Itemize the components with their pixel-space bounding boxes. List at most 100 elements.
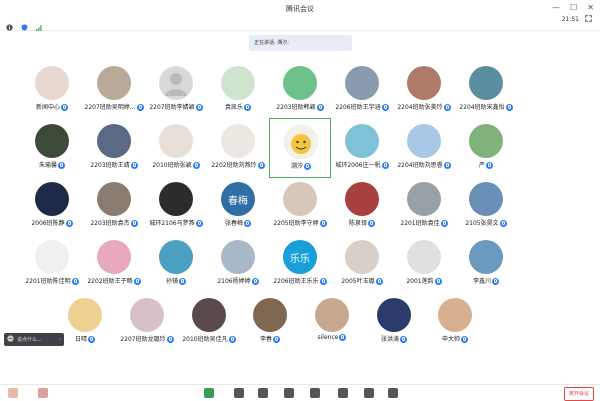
participant-tile[interactable]: 朱瑜馨 xyxy=(21,118,83,178)
participant-name-text: 朱瑜馨 xyxy=(38,162,57,169)
fullscreen-icon[interactable] xyxy=(585,15,592,24)
avatar xyxy=(68,298,102,332)
avatar xyxy=(97,124,131,158)
participant-tile[interactable]: 2203班助韩颖 xyxy=(269,60,331,120)
avatar xyxy=(284,125,318,159)
participant-tile[interactable]: 2010班助张颖 xyxy=(145,118,207,178)
participant-tile[interactable]: 2105张昊文 xyxy=(455,176,517,236)
manage-members-button[interactable] xyxy=(258,388,268,398)
participant-name-text: 2207班助吴明婷... xyxy=(84,104,136,111)
participant-tile[interactable]: 2106杨婷婷 xyxy=(207,234,269,294)
participant-tile[interactable]: 2207班助李婧颖 xyxy=(145,60,207,120)
microphone-icon xyxy=(319,220,327,227)
participant-tile[interactable]: 2204班助张美玲 xyxy=(393,60,455,120)
participant-tile[interactable]: 申大帅 xyxy=(424,292,486,352)
participant-tile[interactable]: 春梅 张春梅 xyxy=(207,176,269,236)
participant-tile[interactable]: 2204班助宋鑫怡 xyxy=(455,60,517,120)
microphone-icon xyxy=(443,104,451,111)
participant-tile[interactable]: 2204班助刘思睿 xyxy=(393,118,455,178)
chat-input-hint[interactable]: 说点什么... ‹ xyxy=(4,333,64,346)
participant-tile[interactable]: 乐乐 2206班助王乐乐 xyxy=(269,234,331,294)
shield-icon[interactable] xyxy=(21,16,28,31)
participant-tile[interactable]: 李春 xyxy=(239,292,301,352)
avatar xyxy=(35,240,69,274)
participant-tile[interactable]: 2010班助吴佳凡 xyxy=(178,292,240,352)
microphone-icon xyxy=(133,278,141,285)
leave-meeting-button[interactable]: 离开会议 xyxy=(563,387,594,401)
participant-tile[interactable]: 陈泉铎 xyxy=(331,176,393,236)
participant-tile[interactable]: 2202班助王子畅 xyxy=(83,234,145,294)
participant-tile[interactable]: 孙镜 xyxy=(145,234,207,294)
participant-name-text: 城环2106马梦燕 xyxy=(149,220,195,227)
participant-tile[interactable]: 城环2006庄一帆 xyxy=(331,118,393,178)
video-button[interactable] xyxy=(38,388,48,398)
participant-name: 2201班助陈佳明 xyxy=(17,276,87,285)
participant-name-text: 李春 xyxy=(259,336,272,343)
participant-tile[interactable]: 溯汐 xyxy=(269,118,331,178)
participant-tile[interactable]: 2006班陈静 xyxy=(21,176,83,236)
minimize-icon[interactable]: — xyxy=(552,3,560,12)
signal-icon[interactable] xyxy=(36,16,43,31)
info-icon[interactable] xyxy=(6,16,13,31)
avatar xyxy=(159,240,193,274)
participant-name-text: 袁凯乐 xyxy=(224,104,243,111)
participant-tile[interactable]: 2001莲韵 xyxy=(393,234,455,294)
avatar xyxy=(35,124,69,158)
participant-tile[interactable]: 2201班助陈佳明 xyxy=(21,234,83,294)
participant-tile[interactable]: 李鑫川 xyxy=(455,234,517,294)
microphone-icon xyxy=(381,104,389,111)
participant-tile[interactable]: silence xyxy=(301,292,363,352)
title-bar-right: 21:51 xyxy=(562,15,592,24)
participant-name-text: 2203班助袁杰 xyxy=(90,220,130,227)
participant-tile[interactable]: 2206班助王宇涵 xyxy=(331,60,393,120)
avatar xyxy=(345,182,379,216)
participant-name: 申大帅 xyxy=(420,334,490,343)
microphone-icon xyxy=(244,220,251,227)
participant-name-text: 2204班助张美玲 xyxy=(397,104,443,111)
participant-name-text: 2205班助李守婷 xyxy=(273,220,319,227)
participant-name: 2203班助王靖 xyxy=(79,160,149,169)
participant-tile[interactable]: 2207班助龙璐玲 xyxy=(116,292,178,352)
participant-name-text: 2203班助韩颖 xyxy=(276,104,316,111)
record-button[interactable] xyxy=(310,388,320,398)
microphone-icon xyxy=(319,278,327,285)
chat-button[interactable] xyxy=(284,388,294,398)
participant-name-text: 2202班助王子畅 xyxy=(87,278,133,285)
participant-name: 2204班助张美玲 xyxy=(389,102,459,111)
participant-name-text: 2206班助王乐乐 xyxy=(273,278,319,285)
speaking-indicator: 正在讲话: 溯汐; xyxy=(249,35,352,51)
participant-name-text: 2206班助王宇涵 xyxy=(335,104,381,111)
participant-name: 李春 xyxy=(235,334,305,343)
participant-tile[interactable]: 严 xyxy=(455,118,517,178)
participant-tile[interactable]: 城环2106马梦燕 xyxy=(145,176,207,236)
members-button[interactable] xyxy=(234,388,244,398)
participant-name-text: 2010班助张颖 xyxy=(152,162,192,169)
avatar xyxy=(407,240,441,274)
participant-tile[interactable]: 2005叶玉璐 xyxy=(331,234,393,294)
participant-tile[interactable]: 2201班助袁佳 xyxy=(393,176,455,236)
participant-tile[interactable]: 张洪涛 xyxy=(363,292,425,352)
participant-tile[interactable]: 2203班助袁杰 xyxy=(83,176,145,236)
meeting-timer: 21:51 xyxy=(561,16,579,23)
participant-name-text: 陈泉铎 xyxy=(348,220,367,227)
reactions-button[interactable] xyxy=(364,388,374,398)
participant-name: 陈泉铎 xyxy=(327,218,397,227)
share-screen-button[interactable] xyxy=(204,388,214,398)
chevron-left-icon[interactable]: ‹ xyxy=(59,337,61,343)
applications-button[interactable] xyxy=(338,388,348,398)
participant-tile[interactable]: 2203班助王靖 xyxy=(83,118,145,178)
mute-button[interactable] xyxy=(8,388,18,398)
maximize-icon[interactable]: ☐ xyxy=(570,3,577,12)
participant-name-text: 孙镜 xyxy=(165,278,178,285)
settings-button[interactable] xyxy=(388,388,398,398)
participant-tile[interactable]: 袁凯乐 xyxy=(207,60,269,120)
avatar xyxy=(221,66,255,100)
avatar xyxy=(283,182,317,216)
participant-tile[interactable]: 2205班助李守婷 xyxy=(269,176,331,236)
participant-tile[interactable]: 2202班助刘燕玲 xyxy=(207,118,269,178)
participant-name-text: 张洪涛 xyxy=(380,336,399,343)
close-icon[interactable]: ✕ xyxy=(587,3,594,12)
participant-tile[interactable]: 新闻中心 xyxy=(21,60,83,120)
participant-tile[interactable]: 2207班助吴明婷... xyxy=(83,60,145,120)
microphone-icon xyxy=(273,336,280,343)
